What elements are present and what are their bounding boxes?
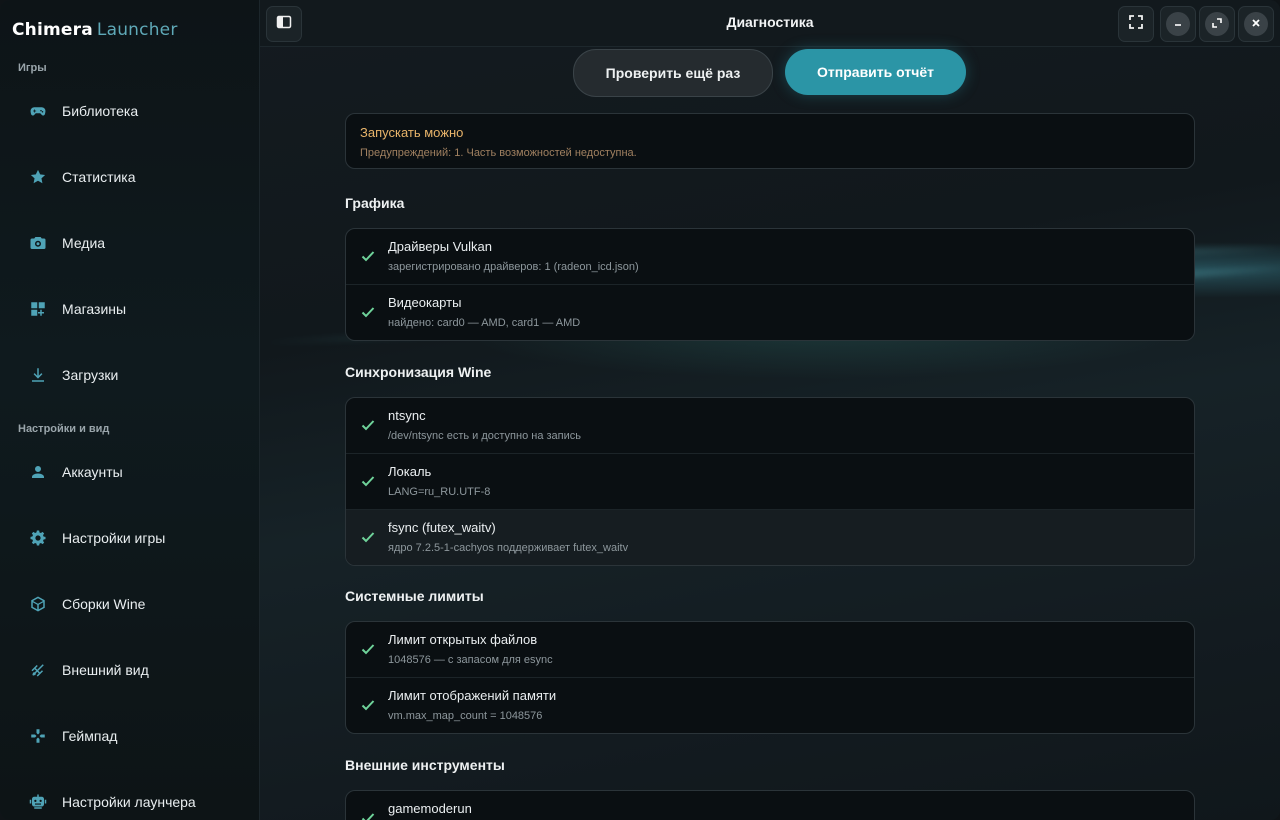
box-icon <box>18 595 58 613</box>
sidebar-item-gamepad[interactable]: Геймпад <box>18 716 242 756</box>
sidebar-item-appearance[interactable]: Внешний вид <box>18 650 242 690</box>
sidebar-item-accounts[interactable]: Аккаунты <box>18 452 242 492</box>
sidebar-item-label: Загрузки <box>62 367 119 383</box>
checkmark-icon <box>360 697 376 713</box>
sidebar-item-library[interactable]: Библиотека <box>18 91 242 131</box>
status-subtitle: Предупреждений: 1. Часть возможностей не… <box>360 147 637 159</box>
checkmark-icon <box>360 417 376 433</box>
checkmark-icon <box>360 641 376 657</box>
sidebar-item-launcher-settings[interactable]: Настройки лаунчера <box>18 782 242 820</box>
checkmark-icon <box>360 248 376 264</box>
group-card-system-limits: Лимит открытых файлов 1048576 — с запасо… <box>345 621 1195 734</box>
check-title: Лимит отображений памяти <box>388 688 557 703</box>
check-row: Видеокарты найдено: card0 — AMD, card1 —… <box>346 284 1194 340</box>
check-row: Лимит отображений памяти vm.max_map_coun… <box>346 677 1194 733</box>
checkmark-icon <box>360 529 376 545</box>
check-detail: зарегистрировано драйверов: 1 (radeon_ic… <box>388 261 639 273</box>
sidebar-section-games: Игры <box>18 62 47 74</box>
check-row: ntsync /dev/ntsync есть и доступно на за… <box>346 398 1194 453</box>
check-row: Лимит открытых файлов 1048576 — с запасо… <box>346 622 1194 677</box>
header-bar: Диагностика <box>260 0 1280 47</box>
check-row: gamemoderun <box>346 791 1194 820</box>
send-report-button[interactable]: Отправить отчёт <box>785 49 966 95</box>
sidebar-item-statistics[interactable]: Статистика <box>18 157 242 197</box>
gamepad-icon <box>18 102 58 120</box>
sidebar-section-settings: Настройки и вид <box>18 423 110 435</box>
checkmark-icon <box>360 304 376 320</box>
sidebar-item-label: Внешний вид <box>62 662 149 678</box>
download-icon <box>18 366 58 384</box>
status-summary-card: Запускать можно Предупреждений: 1. Часть… <box>345 113 1195 169</box>
group-title-system-limits: Системные лимиты <box>345 588 484 604</box>
gear-icon <box>18 529 58 547</box>
check-title: Локаль <box>388 464 432 479</box>
status-title: Запускать можно <box>360 125 464 140</box>
action-bar: Проверить ещё раз Отправить отчёт <box>260 49 1280 97</box>
check-title: Видеокарты <box>388 295 462 310</box>
fullscreen-icon <box>1129 14 1143 34</box>
dpad-icon <box>18 727 58 745</box>
sidebar-item-game-settings[interactable]: Настройки игры <box>18 518 242 558</box>
palette-icon <box>18 661 58 679</box>
apps-icon <box>18 300 58 318</box>
check-row: Драйверы Vulkan зарегистрировано драйвер… <box>346 229 1194 284</box>
sidebar-item-label: Статистика <box>62 169 136 185</box>
check-row: Локаль LANG=ru_RU.UTF-8 <box>346 453 1194 509</box>
group-card-wine-sync: ntsync /dev/ntsync есть и доступно на за… <box>345 397 1195 566</box>
group-card-external-tools: gamemoderun <box>345 790 1195 820</box>
sidebar-item-label: Магазины <box>62 301 127 317</box>
minimize-button[interactable] <box>1160 6 1196 42</box>
sidebar-item-media[interactable]: Медиа <box>18 223 242 263</box>
check-title: fsync (futex_waitv) <box>388 520 496 535</box>
sidebar-item-label: Геймпад <box>62 728 118 744</box>
check-row-hovered: fsync (futex_waitv) ядро 7.2.5-1-cachyos… <box>346 509 1194 565</box>
sidebar-item-wine-builds[interactable]: Сборки Wine <box>18 584 242 624</box>
maximize-button[interactable] <box>1199 6 1235 42</box>
check-title: ntsync <box>388 408 426 423</box>
maximize-icon <box>1212 15 1222 33</box>
close-button[interactable] <box>1238 6 1274 42</box>
brand-name: Chimera <box>12 20 93 40</box>
group-title-external-tools: Внешние инструменты <box>345 757 505 773</box>
app-brand: Chimera Launcher <box>12 20 178 40</box>
sidebar: Chimera Launcher Игры Библиотека Статисти… <box>0 0 260 820</box>
user-icon <box>18 463 58 481</box>
sidebar-item-stores[interactable]: Магазины <box>18 289 242 329</box>
minimize-icon <box>1173 15 1183 33</box>
check-detail: vm.max_map_count = 1048576 <box>388 710 543 722</box>
sidebar-item-downloads[interactable]: Загрузки <box>18 355 242 395</box>
check-title: Лимит открытых файлов <box>388 632 538 647</box>
checkmark-icon <box>360 473 376 489</box>
check-detail: /dev/ntsync есть и доступно на запись <box>388 430 581 442</box>
sidebar-item-label: Настройки лаунчера <box>62 794 196 810</box>
sidebar-item-label: Аккаунты <box>62 464 123 480</box>
robot-icon <box>18 793 58 811</box>
sidebar-item-label: Настройки игры <box>62 530 166 546</box>
check-detail: ядро 7.2.5-1-cachyos поддерживает futex_… <box>388 542 629 554</box>
check-detail: LANG=ru_RU.UTF-8 <box>388 486 491 498</box>
check-title: Драйверы Vulkan <box>388 239 492 254</box>
fullscreen-button[interactable] <box>1118 6 1154 42</box>
star-icon <box>18 168 58 186</box>
close-icon <box>1251 15 1261 33</box>
check-detail: найдено: card0 — AMD, card1 — AMD <box>388 317 581 329</box>
group-title-wine-sync: Синхронизация Wine <box>345 364 492 380</box>
sidebar-item-label: Библиотека <box>62 103 139 119</box>
app-window: Chimera Launcher Игры Библиотека Статисти… <box>0 0 1280 820</box>
checkmark-icon <box>360 810 376 820</box>
check-title: gamemoderun <box>388 801 472 816</box>
group-card-graphics: Драйверы Vulkan зарегистрировано драйвер… <box>345 228 1195 341</box>
camera-icon <box>18 234 58 252</box>
main-panel: Диагностика Проверить ещё раз Отправить … <box>260 0 1280 820</box>
sidebar-item-label: Медиа <box>62 235 106 251</box>
brand-suffix: Launcher <box>96 20 178 40</box>
sidebar-item-label: Сборки Wine <box>62 596 146 612</box>
check-detail: 1048576 — с запасом для esync <box>388 654 553 666</box>
recheck-button[interactable]: Проверить ещё раз <box>573 49 773 97</box>
group-title-graphics: Графика <box>345 195 405 211</box>
